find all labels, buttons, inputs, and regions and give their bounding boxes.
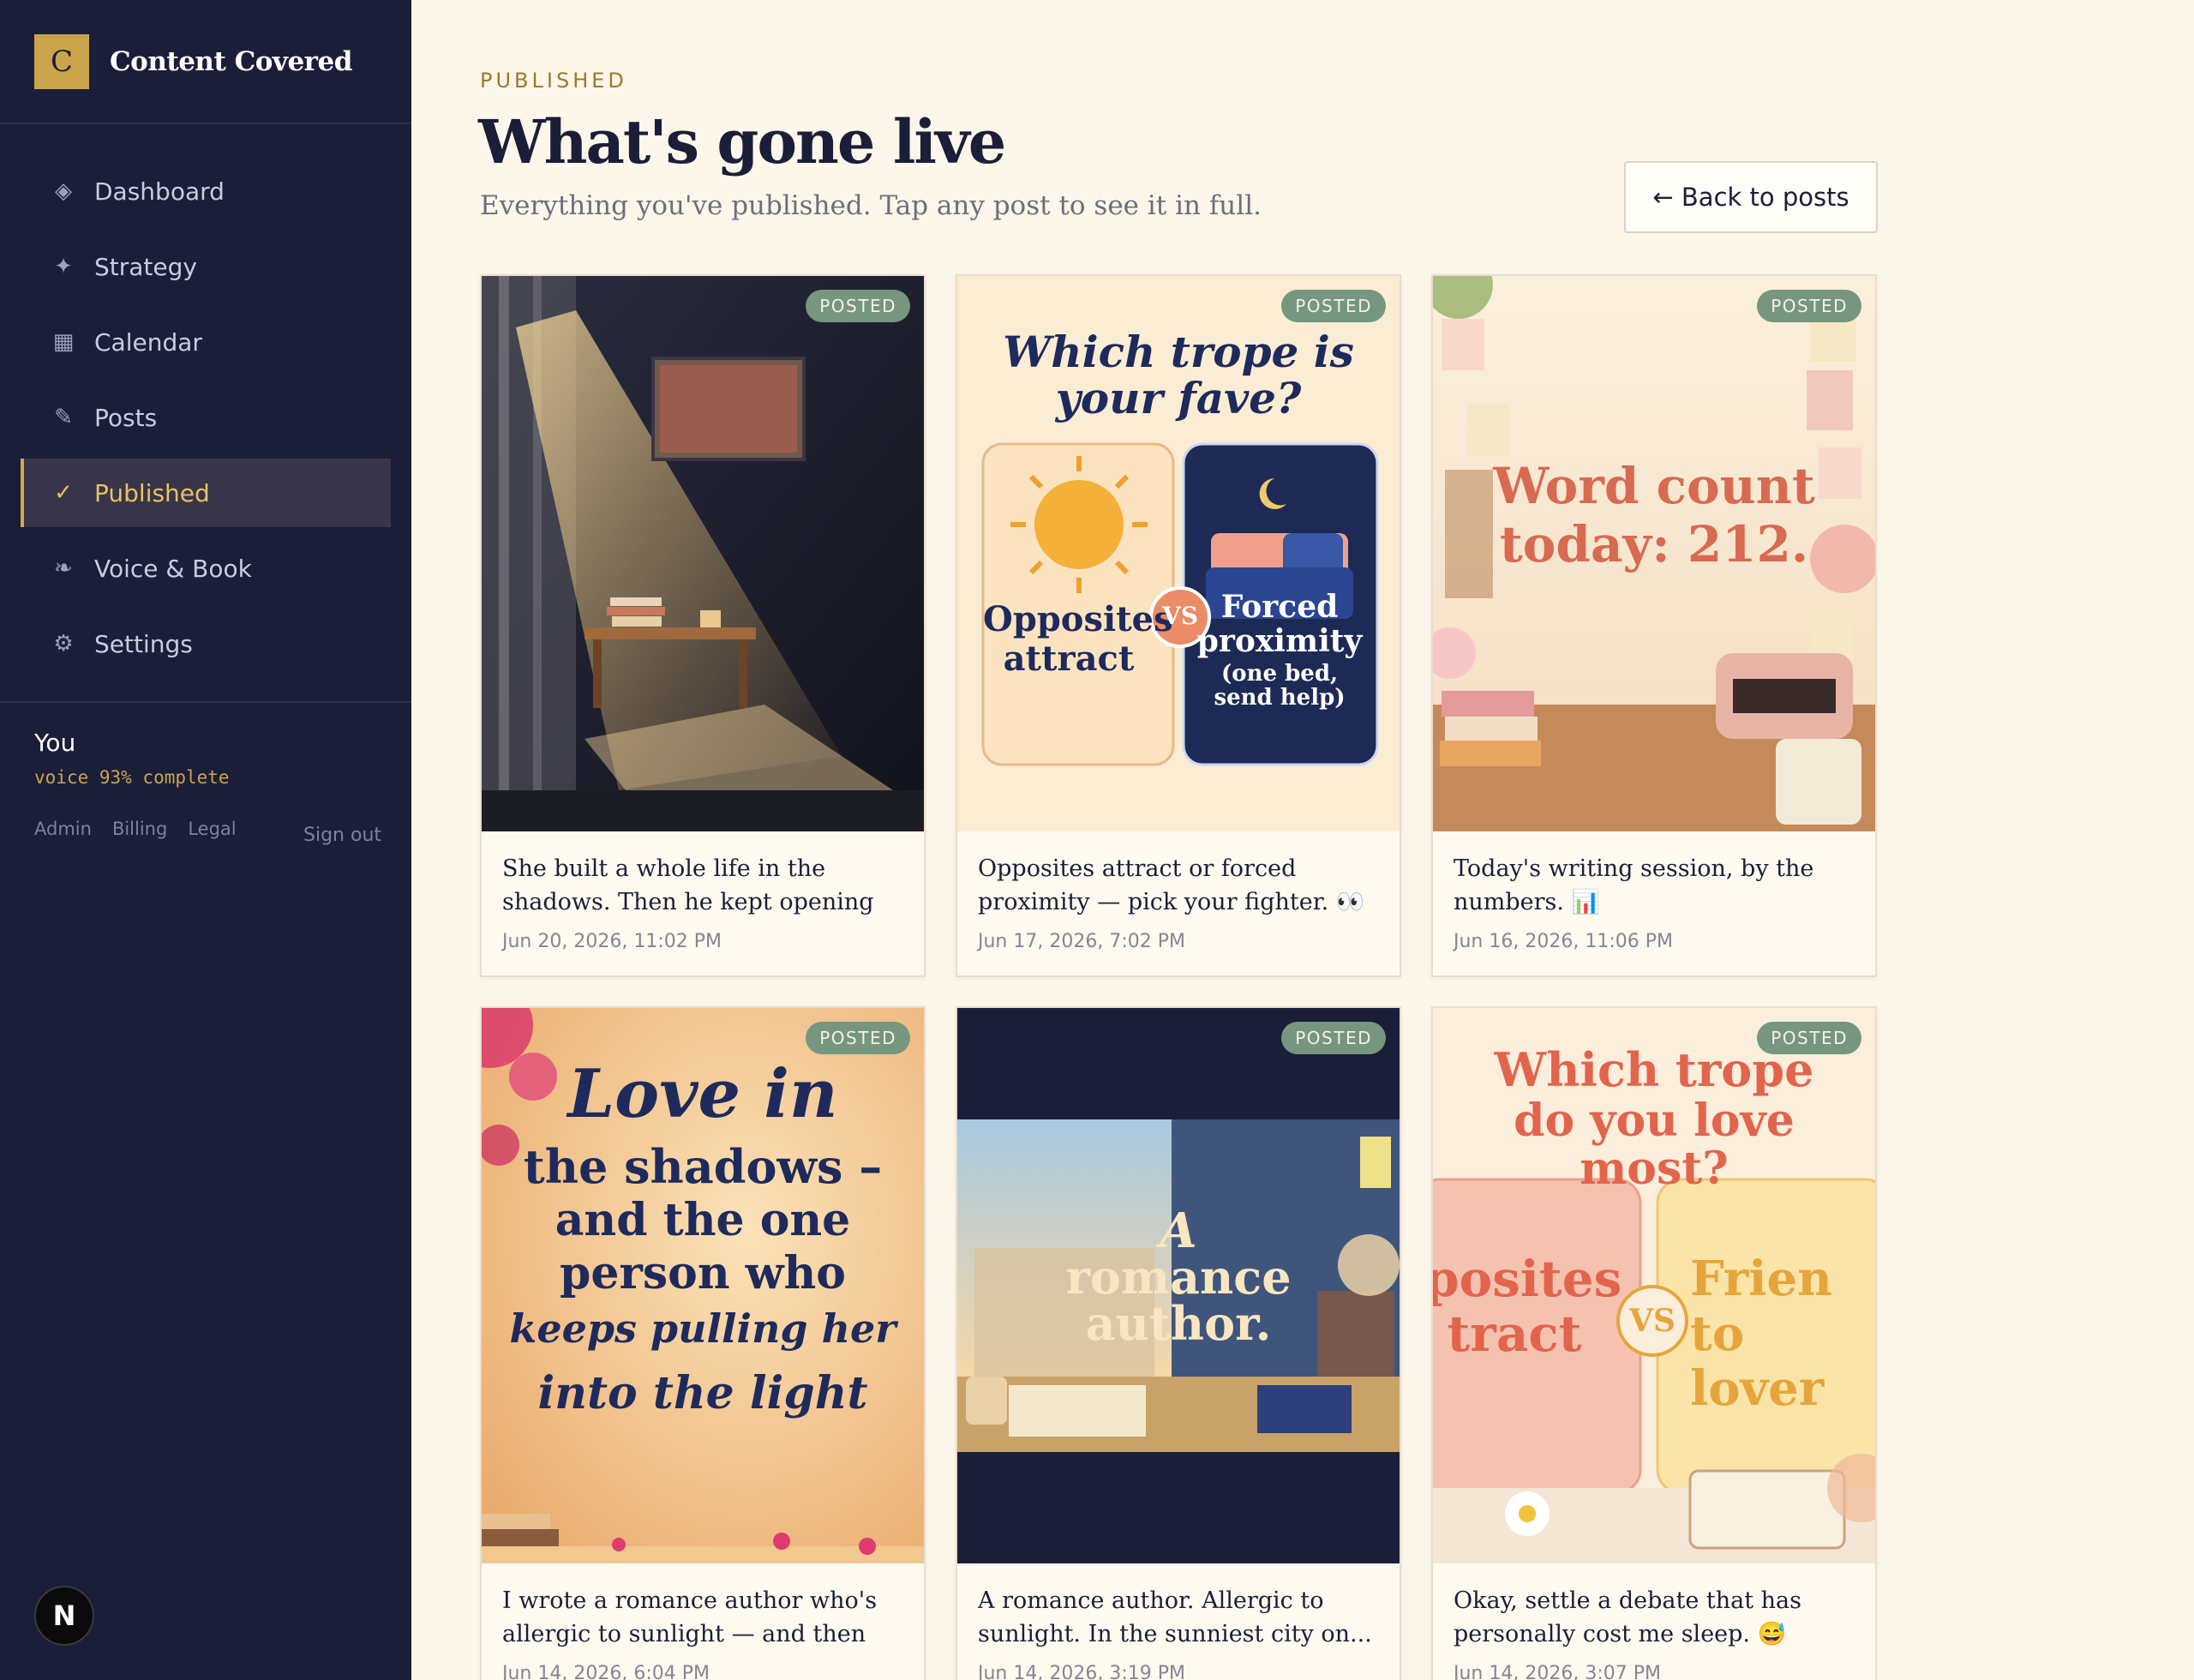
page-eyebrow: PUBLISHED [480, 69, 627, 93]
art-line-1: A [1160, 1203, 1197, 1259]
art-line-3: author. [1085, 1296, 1272, 1351]
sidebar-item-label: Strategy [94, 252, 197, 281]
sidebar-nav: ◈ Dashboard ✦ Strategy ▦ Calendar ✎ Post… [0, 124, 411, 678]
post-caption: Okay, settle a debate that has personall… [1454, 1587, 1802, 1647]
sidebar-item-calendar[interactable]: ▦ Calendar [21, 308, 391, 376]
status-badge: POSTED [1757, 1022, 1861, 1054]
poll-title: Which trope is your fave? [1003, 327, 1354, 423]
page-title: What's gone live [478, 106, 1006, 177]
billing-link[interactable]: Billing [112, 819, 167, 839]
post-card[interactable]: Word count today: 212. POSTED Today's wr… [1431, 274, 1877, 977]
pencil-icon: ✎ [54, 405, 73, 430]
post-card[interactable]: Which trope is your fave? Opposites attr… [956, 274, 1401, 977]
post-card[interactable]: POSTED She built a whole life in the sha… [480, 274, 926, 977]
sparkle-icon: ✦ [54, 254, 73, 279]
diamond-icon: ◈ [55, 178, 72, 204]
art-line-5: keeps pulling her [509, 1305, 896, 1352]
sign-out-link[interactable]: Sign out [303, 825, 381, 846]
post-date: Jun 20, 2026, 11:02 PM [502, 931, 722, 952]
sidebar-item-label: Posts [94, 403, 158, 432]
sidebar-item-settings[interactable]: ⚙ Settings [21, 609, 391, 678]
brand[interactable]: C Content Covered [0, 0, 411, 124]
poll-right-option: Frien to lover [1690, 1251, 1832, 1417]
word-count-value: today: 212. [1499, 515, 1809, 573]
admin-link[interactable]: Admin [34, 819, 92, 839]
post-caption: Today's writing session, by the numbers.… [1454, 855, 1814, 915]
art-line-1: Love in [567, 1055, 838, 1133]
post-date: Jun 14, 2026, 3:07 PM [1454, 1663, 1661, 1680]
post-card[interactable]: A romance author. POSTED A romance autho… [956, 1006, 1401, 1680]
sidebar-item-published[interactable]: ✓ Published [21, 459, 391, 527]
trope-love-poll-image: Which trope do you love most? posites tr… [1433, 1008, 1875, 1563]
published-grid: POSTED She built a whole life in the sha… [480, 274, 1879, 1680]
leaf-icon: ❧ [54, 555, 73, 581]
post-card[interactable]: Love in the shadows – and the one person… [480, 1006, 926, 1680]
brand-logo: C [34, 33, 89, 89]
sidebar-item-label: Dashboard [94, 177, 225, 206]
sidebar-item-label: Settings [94, 629, 193, 658]
legal-link[interactable]: Legal [188, 819, 236, 839]
post-caption: She built a whole life in the shadows. T… [502, 855, 874, 915]
post-card[interactable]: Which trope do you love most? posites tr… [1431, 1006, 1877, 1680]
love-in-shadows-image: Love in the shadows – and the one person… [482, 1008, 924, 1563]
status-badge: POSTED [1281, 290, 1386, 322]
status-badge: POSTED [1757, 290, 1861, 322]
sidebar-item-voice-book[interactable]: ❧ Voice & Book [21, 534, 391, 603]
poll-left-option: posites tract [1433, 1250, 1622, 1363]
post-date: Jun 14, 2026, 6:04 PM [502, 1663, 710, 1680]
sidebar-item-label: Published [94, 478, 210, 507]
back-to-posts-button[interactable]: ← Back to posts [1624, 161, 1878, 233]
poll-vs: VS [1629, 1303, 1675, 1339]
check-icon: ✓ [54, 480, 73, 506]
art-line-6: into the light [537, 1367, 868, 1419]
sunlit-room-image: POSTED [482, 276, 924, 831]
poll-title-line-2: do you love most? [1514, 1095, 1795, 1195]
user-block: You voice 93% complete [34, 729, 230, 788]
post-caption: A romance author. Allergic to sunlight. … [978, 1587, 1372, 1647]
footer-links: Admin Billing Legal [34, 819, 237, 839]
calendar-icon: ▦ [52, 329, 75, 355]
art-line-4: person who [560, 1247, 846, 1299]
user-name: You [34, 729, 76, 757]
nextjs-badge[interactable]: N [34, 1586, 94, 1646]
word-count-headline: Word count [1493, 457, 1815, 515]
post-caption: Opposites attract or forced proximity — … [978, 855, 1365, 915]
status-badge: POSTED [806, 1022, 910, 1054]
sidebar: C Content Covered ◈ Dashboard ✦ Strategy… [0, 0, 411, 1680]
status-badge: POSTED [806, 290, 910, 322]
post-caption: I wrote a romance author who's allergic … [502, 1587, 878, 1647]
sidebar-item-strategy[interactable]: ✦ Strategy [21, 232, 391, 301]
art-line-2: the shadows – [523, 1139, 883, 1194]
brand-name: Content Covered [110, 45, 352, 77]
trope-poll-image: Which trope is your fave? Opposites attr… [957, 276, 1400, 831]
poll-right-option: Forced proximity [1196, 589, 1363, 659]
sidebar-item-posts[interactable]: ✎ Posts [21, 383, 391, 452]
gear-icon: ⚙ [53, 631, 74, 657]
post-date: Jun 16, 2026, 11:06 PM [1454, 931, 1673, 952]
status-badge: POSTED [1281, 1022, 1386, 1054]
art-line-3: and the one [554, 1194, 851, 1246]
romance-author-image: A romance author. POSTED [957, 1008, 1400, 1563]
page-subtitle: Everything you've published. Tap any pos… [480, 190, 1262, 221]
poll-left-option: Opposites attract [983, 599, 1173, 679]
word-count-image: Word count today: 212. POSTED [1433, 276, 1875, 831]
voice-status: voice 93% complete [34, 767, 230, 788]
sidebar-divider [0, 701, 411, 703]
post-date: Jun 14, 2026, 3:19 PM [978, 1663, 1185, 1680]
sidebar-item-label: Calendar [94, 327, 202, 357]
post-date: Jun 17, 2026, 7:02 PM [978, 931, 1185, 952]
poll-right-note: (one bed, send help) [1214, 661, 1346, 711]
sidebar-item-label: Voice & Book [94, 554, 252, 583]
sidebar-item-dashboard[interactable]: ◈ Dashboard [21, 157, 391, 225]
art-line-2: romance [1065, 1250, 1292, 1305]
